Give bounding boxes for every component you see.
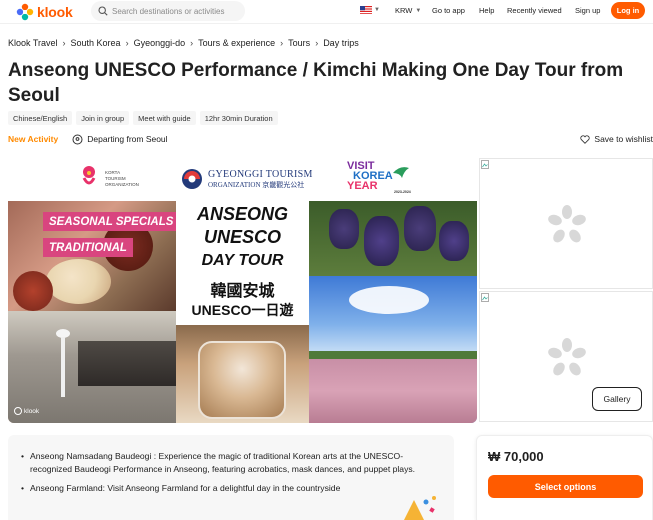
title-card-panel: ANSEONG UNESCO DAY TOUR 韓國安城 UNESCO一日遊 <box>176 201 309 423</box>
klook-watermark: klook <box>14 407 39 415</box>
party-popper-icon <box>404 496 436 520</box>
logo-text: GYEONGGI TOURISM <box>208 169 313 180</box>
klook-logo[interactable]: klook <box>16 3 73 21</box>
select-options-button[interactable]: Select options <box>488 475 643 498</box>
logo-text: klook <box>37 4 73 20</box>
breadcrumb-item[interactable]: Gyeonggi-do <box>134 38 186 48</box>
tag-group: Join in group <box>76 111 130 125</box>
page-title: Anseong UNESCO Performance / Kimchi Maki… <box>8 60 624 106</box>
banner-title-line: UNESCO <box>203 227 281 247</box>
image-placeholder-icon <box>548 338 586 376</box>
departure-label: Departing from Seoul <box>87 134 168 144</box>
tag-language: Chinese/English <box>8 111 73 125</box>
top-header: klook Search destinations or activities … <box>0 0 653 24</box>
search-icon <box>98 6 108 16</box>
logo-text: ORGANIZATION 京畿觀光公社 <box>208 181 305 189</box>
nav-recently-viewed[interactable]: Recently viewed <box>507 6 562 15</box>
kto-logo: KORTA TOURISM ORGANIZATION <box>78 164 148 198</box>
heart-icon <box>580 134 591 144</box>
traditional-label: TRADITIONAL <box>43 238 133 257</box>
nav-help[interactable]: Help <box>479 6 494 15</box>
booking-card: ₩ 70,000 Select options <box>476 435 653 520</box>
breadcrumb: Klook Travel › South Korea › Gyeonggi-do › … <box>8 38 359 48</box>
banner-title-line: ANSEONG <box>196 204 288 224</box>
chevron-right-icon: › <box>62 38 66 48</box>
price-label: ₩ 70,000 <box>488 449 544 464</box>
chevron-down-icon: ▼ <box>374 7 380 13</box>
hero-banner-image[interactable]: KORTA TOURISM ORGANIZATION GYEONGGI TOUR… <box>8 157 477 423</box>
klook-logo-icon <box>16 3 34 21</box>
kimchi-photo-panel: SEASONAL SPECIALS TRADITIONAL klook <box>8 201 176 423</box>
logo-text: 2023-2024 <box>394 190 411 194</box>
kto-emblem-icon <box>82 166 96 185</box>
chevron-right-icon: › <box>280 38 284 48</box>
locale-selector[interactable]: ▼ <box>360 6 380 14</box>
gallery-thumbnail[interactable] <box>479 158 653 289</box>
klook-watermark-icon <box>14 407 22 415</box>
activity-tags: Chinese/English Join in group Meet with … <box>8 111 278 125</box>
image-placeholder-icon <box>548 205 586 243</box>
list-item: Anseong Namsadang Baudeogi : Experience … <box>21 450 440 476</box>
tag-duration: 12hr 30min Duration <box>199 111 278 125</box>
breadcrumb-item[interactable]: Tours <box>288 38 310 48</box>
watermark-text: klook <box>24 407 40 415</box>
banner-title-line: DAY TOUR <box>201 252 284 269</box>
activity-meta-row: New Activity Departing from Seoul Save t… <box>8 132 653 146</box>
logo-text: ORGANIZATION <box>105 182 139 187</box>
nav-go-to-app[interactable]: Go to app <box>432 6 465 15</box>
us-flag-icon <box>360 6 372 14</box>
breadcrumb-item[interactable]: Klook Travel <box>8 38 58 48</box>
breadcrumb-item[interactable]: Tours & experience <box>198 38 275 48</box>
list-item: Anseong Farmland: Visit Anseong Farmland… <box>21 482 440 495</box>
highlights-list: Anseong Namsadang Baudeogi : Experience … <box>8 435 454 520</box>
new-activity-badge: New Activity <box>8 134 59 144</box>
bird-icon <box>393 167 409 178</box>
banner-title-line: UNESCO一日遊 <box>191 302 294 318</box>
gyeonggi-tourism-logo: GYEONGGI TOURISM ORGANIZATION 京畿觀光公社 <box>181 166 313 194</box>
breadcrumb-item[interactable]: Day trips <box>323 38 359 48</box>
currency-label: KRW <box>395 6 413 15</box>
broken-image-icon <box>481 293 489 302</box>
seasonal-specials-label: SEASONAL SPECIALS <box>43 212 176 231</box>
banner-title-line: 韓國安城 <box>210 283 275 300</box>
login-button[interactable]: Log in <box>611 2 645 19</box>
wishlist-button[interactable]: Save to wishlist <box>580 134 653 144</box>
tag-guide: Meet with guide <box>133 111 196 125</box>
visit-korea-year-logo: VISIT KOREA YEAR 2023-2024 <box>347 161 417 199</box>
gyeonggi-emblem-icon <box>182 169 202 189</box>
partner-logos: KORTA TOURISM ORGANIZATION GYEONGGI TOUR… <box>8 157 477 201</box>
broken-image-icon <box>481 160 489 169</box>
search-input[interactable]: Search destinations or activities <box>112 7 225 16</box>
breadcrumb-item[interactable]: South Korea <box>71 38 121 48</box>
chevron-right-icon: › <box>190 38 194 48</box>
gallery-button[interactable]: Gallery <box>592 387 642 411</box>
chevron-down-icon: ▼ <box>415 7 422 14</box>
wishlist-label: Save to wishlist <box>594 134 653 144</box>
currency-selector[interactable]: KRW ▼ <box>395 6 421 15</box>
chevron-right-icon: › <box>315 38 319 48</box>
chevron-right-icon: › <box>125 38 129 48</box>
search-bar[interactable]: Search destinations or activities <box>91 1 245 21</box>
farm-photo-panel <box>309 201 477 423</box>
location-pin-icon <box>72 134 83 144</box>
nav-sign-up[interactable]: Sign up <box>575 6 600 15</box>
departure-info: Departing from Seoul <box>72 134 168 145</box>
